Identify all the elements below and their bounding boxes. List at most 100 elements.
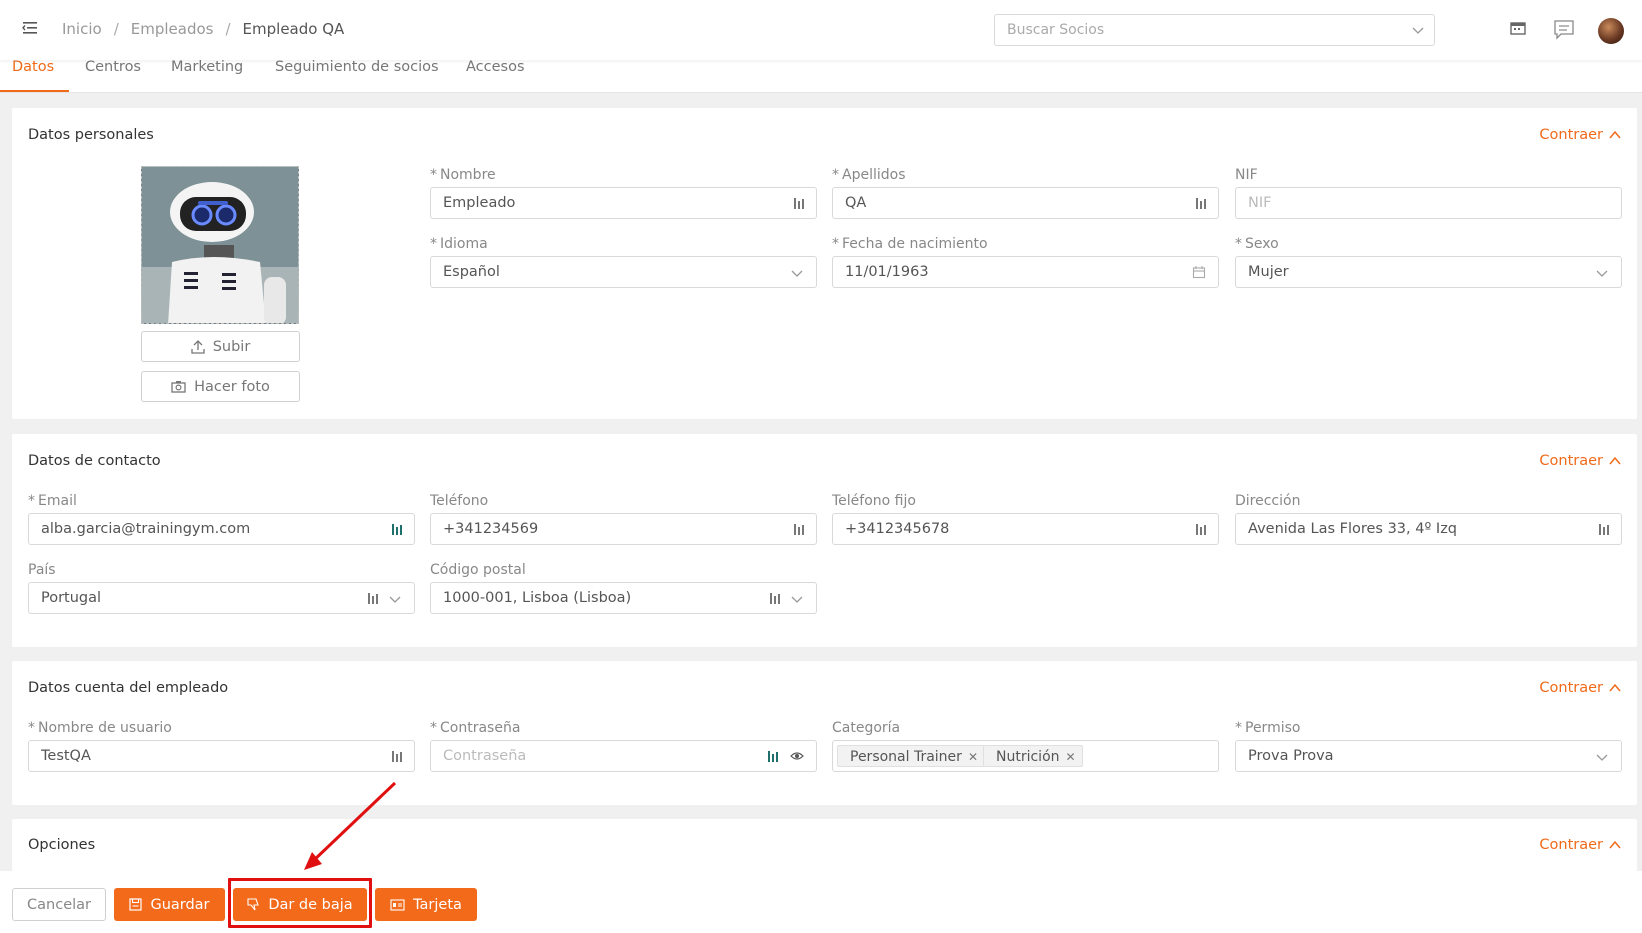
collapse-options-button[interactable]: Contraer bbox=[1539, 837, 1621, 853]
postal-code-label: Código postal bbox=[430, 562, 526, 578]
search-members-input[interactable] bbox=[995, 15, 1395, 45]
search-members-select[interactable] bbox=[994, 14, 1435, 46]
tab-bar: Datos Centros Marketing Seguimiento de s… bbox=[0, 60, 1642, 93]
permission-value[interactable] bbox=[1236, 741, 1621, 771]
card-label: Tarjeta bbox=[413, 896, 462, 913]
postal-code-value[interactable] bbox=[431, 583, 816, 613]
landline-field[interactable] bbox=[832, 513, 1219, 545]
keyboard-icon[interactable] bbox=[766, 749, 780, 763]
calendar-icon[interactable] bbox=[1192, 265, 1206, 279]
keyboard-icon[interactable] bbox=[390, 522, 404, 536]
tab-centros[interactable]: Centros bbox=[85, 60, 141, 93]
keyboard-icon[interactable] bbox=[1194, 522, 1208, 536]
username-field[interactable] bbox=[28, 740, 415, 772]
keyboard-icon[interactable] bbox=[792, 522, 806, 536]
tab-accesos[interactable]: Accesos bbox=[466, 60, 525, 93]
landline-input[interactable] bbox=[833, 514, 1218, 544]
card-button[interactable]: Tarjeta bbox=[375, 888, 477, 921]
tab-datos[interactable]: Datos bbox=[12, 60, 54, 93]
password-field[interactable] bbox=[430, 740, 817, 772]
calendar-icon[interactable] bbox=[1509, 19, 1527, 37]
phone-field[interactable] bbox=[430, 513, 817, 545]
category-tag-label: Nutrición bbox=[996, 749, 1060, 765]
keyboard-icon[interactable] bbox=[792, 196, 806, 210]
id-card-icon bbox=[390, 898, 405, 911]
birthdate-input[interactable] bbox=[833, 257, 1218, 287]
address-input[interactable] bbox=[1236, 514, 1621, 544]
nif-field[interactable] bbox=[1235, 187, 1622, 219]
keyboard-icon[interactable] bbox=[366, 591, 380, 605]
collapse-contact-button[interactable]: Contraer bbox=[1539, 453, 1621, 469]
birthdate-field[interactable] bbox=[832, 256, 1219, 288]
keyboard-icon[interactable] bbox=[390, 749, 404, 763]
surname-input[interactable] bbox=[833, 188, 1218, 218]
keyboard-icon[interactable] bbox=[768, 591, 782, 605]
landline-label: Teléfono fijo bbox=[832, 493, 916, 509]
thumbs-down-icon bbox=[247, 898, 260, 911]
chat-icon[interactable] bbox=[1553, 18, 1575, 40]
phone-input[interactable] bbox=[431, 514, 816, 544]
address-field[interactable] bbox=[1235, 513, 1622, 545]
surname-field[interactable] bbox=[832, 187, 1219, 219]
avatar[interactable] bbox=[1598, 18, 1624, 44]
panel-title: Datos de contacto bbox=[28, 453, 161, 469]
name-input[interactable] bbox=[431, 188, 816, 218]
category-tag: Nutrición ✕ bbox=[983, 745, 1083, 767]
tab-active-indicator bbox=[0, 90, 69, 92]
breadcrumb-home[interactable]: Inicio bbox=[62, 20, 102, 38]
save-label: Guardar bbox=[150, 896, 210, 913]
panel-title: Datos personales bbox=[28, 127, 154, 143]
username-label-text: Nombre de usuario bbox=[38, 720, 172, 736]
tab-marketing[interactable]: Marketing bbox=[171, 60, 243, 93]
breadcrumb-separator: / bbox=[225, 20, 231, 38]
nif-label: NIF bbox=[1235, 167, 1258, 183]
remove-tag-icon[interactable]: ✕ bbox=[1066, 750, 1076, 764]
password-label: * Contraseña bbox=[430, 720, 521, 736]
username-input[interactable] bbox=[29, 741, 414, 771]
chevron-down-icon bbox=[1596, 270, 1608, 277]
country-select[interactable] bbox=[28, 582, 415, 614]
permission-select[interactable] bbox=[1235, 740, 1622, 772]
sex-value[interactable] bbox=[1236, 257, 1621, 287]
save-button[interactable]: Guardar bbox=[114, 888, 225, 921]
password-input[interactable] bbox=[431, 741, 816, 771]
breadcrumb-separator: / bbox=[113, 20, 119, 38]
permission-label: * Permiso bbox=[1235, 720, 1301, 736]
collapse-account-button[interactable]: Contraer bbox=[1539, 680, 1621, 696]
permission-label-text: Permiso bbox=[1245, 720, 1301, 736]
country-value[interactable] bbox=[29, 583, 414, 613]
chevron-down-icon bbox=[791, 270, 803, 277]
tab-seguimiento[interactable]: Seguimiento de socios bbox=[275, 60, 439, 93]
menu-icon[interactable] bbox=[20, 18, 40, 38]
email-label: * Email bbox=[28, 493, 77, 509]
language-value[interactable] bbox=[431, 257, 816, 287]
postal-code-select[interactable] bbox=[430, 582, 817, 614]
nif-input[interactable] bbox=[1236, 188, 1621, 218]
username-label: * Nombre de usuario bbox=[28, 720, 172, 736]
keyboard-icon[interactable] bbox=[1597, 522, 1611, 536]
chevron-down-icon bbox=[1412, 27, 1424, 34]
remove-tag-icon[interactable]: ✕ bbox=[968, 750, 978, 764]
email-input[interactable] bbox=[29, 514, 414, 544]
upload-photo-button[interactable]: Subir bbox=[141, 331, 300, 362]
chevron-down-icon bbox=[791, 596, 803, 603]
collapse-label: Contraer bbox=[1539, 453, 1603, 469]
robot-photo-image bbox=[142, 167, 298, 323]
sex-label: * Sexo bbox=[1235, 236, 1279, 252]
take-photo-button[interactable]: Hacer foto bbox=[141, 371, 300, 402]
email-field[interactable] bbox=[28, 513, 415, 545]
keyboard-icon[interactable] bbox=[1194, 196, 1208, 210]
language-select[interactable] bbox=[430, 256, 817, 288]
name-field[interactable] bbox=[430, 187, 817, 219]
take-photo-label: Hacer foto bbox=[194, 378, 270, 395]
eye-icon[interactable] bbox=[790, 749, 804, 763]
chevron-up-icon bbox=[1609, 683, 1621, 692]
sex-select[interactable] bbox=[1235, 256, 1622, 288]
breadcrumb-employees[interactable]: Empleados bbox=[131, 20, 214, 38]
chevron-up-icon bbox=[1609, 130, 1621, 139]
collapse-personal-button[interactable]: Contraer bbox=[1539, 127, 1621, 143]
unsubscribe-button[interactable]: Dar de baja bbox=[233, 888, 367, 921]
category-multiselect[interactable]: Personal Trainer ✕ Nutrición ✕ bbox=[832, 740, 1219, 772]
sex-label-text: Sexo bbox=[1245, 236, 1279, 252]
cancel-button[interactable]: Cancelar bbox=[12, 888, 106, 921]
